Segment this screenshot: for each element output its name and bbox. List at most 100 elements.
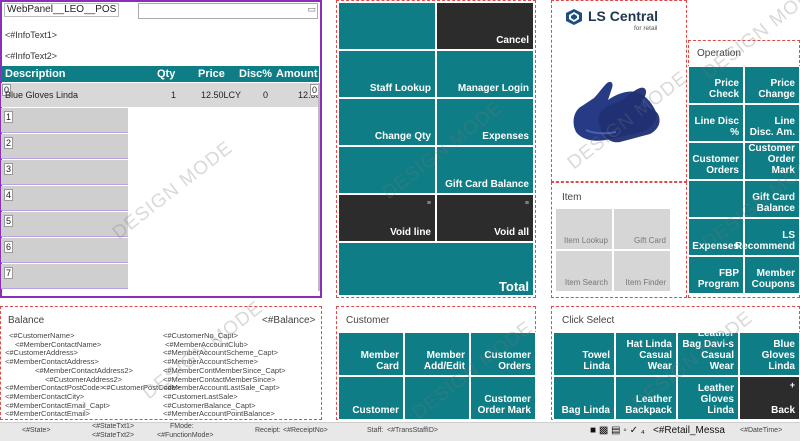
member-contact-email: <#MemberContactEmail> (5, 409, 91, 419)
balance-value: <#Balance> (262, 315, 316, 326)
leather-backpack-button[interactable]: Leather Backpack (615, 376, 677, 420)
customer-orders-cust-button[interactable]: Customer Orders (470, 332, 536, 376)
expenses-button[interactable]: Expenses (436, 98, 534, 146)
keyboard-icon[interactable]: ▭ (307, 4, 316, 15)
table-row[interactable]: 0 Blue Gloves Linda 1 12.50LCY 0 12.50 0 (1, 83, 321, 107)
customer-label: Customer (352, 405, 399, 416)
col-disc[interactable]: Disc% (239, 68, 272, 80)
list-item[interactable]: 2 (1, 134, 128, 159)
member-add-edit-button[interactable]: Member Add/Edit (404, 332, 470, 376)
receipt-no: <#ReceiptNo> (283, 427, 328, 434)
blank-button[interactable] (338, 146, 436, 194)
member-coupons-button[interactable]: Member Coupons (744, 256, 800, 294)
staff-lookup-label: Staff Lookup (369, 83, 431, 94)
row-description: Blue Gloves Linda (5, 90, 79, 100)
hat-linda-button[interactable]: Hat Linda Casual Wear (615, 332, 677, 376)
customer-panel-title: Customer (346, 315, 390, 326)
fbp-program-label: FBP Program (697, 268, 739, 290)
fbp-program-button[interactable]: FBP Program (688, 256, 744, 294)
customer-button[interactable]: Customer (338, 376, 404, 420)
brand-tagline: for retail (634, 25, 658, 32)
row-number: 6 (4, 241, 14, 253)
towel-linda-button[interactable]: Towel Linda (553, 332, 615, 376)
gift-card-button[interactable]: Gift Card (613, 208, 671, 250)
row-number: 5 (4, 215, 14, 227)
member-info-left: <#CustomerName> <#MemberContactName> <#C… (5, 331, 180, 419)
bag-linda-button[interactable]: Bag Linda (553, 376, 615, 420)
customer-orders-label: Customer Orders (692, 154, 739, 176)
scan-input[interactable] (138, 3, 318, 19)
leather-gloves-linda-label: Leather Gloves Linda (697, 383, 734, 416)
product-image (566, 72, 666, 152)
member-add-edit-label: Member Add/Edit (423, 350, 465, 372)
cancel-button[interactable]: Cancel (436, 2, 534, 50)
change-qty-button[interactable]: Change Qty (338, 98, 436, 146)
void-line-button[interactable]: ≡ Void line (338, 194, 436, 242)
item-search-label: Item Search (564, 278, 608, 287)
sales-grid-header: Description Qty Price Disc% Amount (1, 66, 319, 82)
gift-card-label: Gift Card (633, 236, 666, 245)
customer-order-mark-cust-button[interactable]: Customer Order Mark (470, 376, 536, 420)
row-number: 2 (4, 137, 14, 149)
list-item[interactable]: 6 (1, 238, 128, 263)
blue-gloves-linda-label: Blue Gloves Linda (761, 339, 795, 372)
item-lookup-button[interactable]: Item Lookup (555, 208, 613, 250)
row-price: 12.50LCY (201, 90, 242, 100)
item-finder-button[interactable]: Item Finder (613, 250, 671, 292)
col-price[interactable]: Price (198, 68, 225, 80)
col-qty[interactable]: Qty (157, 68, 175, 80)
leather-bag-davis-button[interactable]: Leather Bag Davi-s Casual Wear (677, 328, 739, 376)
towel-linda-label: Towel Linda (582, 350, 610, 372)
row-number: 7 (4, 267, 14, 279)
status-bar: <#State> <#StateTxt1> <#StateTxt2> FMode… (0, 422, 800, 441)
col-description[interactable]: Description (5, 68, 66, 80)
ls-logo-icon (566, 9, 582, 25)
price-check-button[interactable]: Price Check (688, 66, 744, 104)
line-disc-amount-button[interactable]: Line Disc. Am. (744, 104, 800, 142)
balance-label: Balance (8, 315, 45, 326)
list-item[interactable]: 1 (1, 108, 128, 133)
operation-panel-title: Operation (697, 48, 741, 59)
blank-button[interactable] (688, 180, 744, 218)
list-item[interactable]: 3 (1, 160, 128, 185)
blank-button[interactable] (338, 2, 436, 50)
gift-card-balance-op-button[interactable]: Gift Card Balance (744, 180, 800, 218)
member-card-button[interactable]: Member Card (338, 332, 404, 376)
state-text-2: <#StateTxt2> (92, 432, 135, 439)
function-mode: <#FunctionMode> (157, 432, 214, 439)
row-number: 1 (4, 111, 14, 123)
leather-backpack-label: Leather Backpack (625, 394, 672, 416)
ls-recommend-label: LS Recommend (734, 230, 795, 252)
total-button[interactable]: Total (338, 242, 534, 296)
item-search-button[interactable]: Item Search (555, 250, 613, 292)
list-item[interactable]: 7 (1, 264, 128, 289)
void-all-button[interactable]: ≡ Void all (436, 194, 534, 242)
line-disc-percent-button[interactable]: Line Disc % (688, 104, 744, 142)
void-line-label: Void line (390, 227, 431, 238)
member-coupons-label: Member Coupons (751, 268, 795, 290)
customer-orders-button[interactable]: Customer Orders (688, 142, 744, 180)
retail-message: <#Retail_Messa (653, 425, 725, 436)
col-amount[interactable]: Amount (276, 68, 318, 80)
leather-gloves-linda-button[interactable]: Leather Gloves Linda (677, 376, 739, 420)
brand-name: LS Ce (588, 8, 628, 24)
customer-order-mark-button[interactable]: Customer Order Mark (744, 142, 800, 180)
price-change-button[interactable]: Price Change (744, 66, 800, 104)
item-lookup-label: Item Lookup (563, 236, 608, 245)
gift-card-balance-button[interactable]: Gift Card Balance (436, 146, 534, 194)
blue-gloves-linda-button[interactable]: Blue Gloves Linda (739, 332, 800, 376)
grid-scrollbar[interactable] (318, 83, 320, 291)
cancel-label: Cancel (496, 35, 529, 46)
ls-recommend-button[interactable]: LS Recommend (735, 218, 800, 256)
blank-button[interactable] (404, 376, 470, 420)
void-all-label: Void all (494, 227, 529, 238)
staff-lookup-button[interactable]: Staff Lookup (338, 50, 436, 98)
list-item[interactable]: 4 (1, 186, 128, 211)
item-panel-title: Item (562, 192, 582, 203)
line-disc-percent-label: Line Disc % (694, 116, 739, 138)
list-item[interactable]: 5 (1, 212, 128, 237)
hat-linda-label: Hat Linda Casual Wear (626, 339, 672, 372)
manager-login-button[interactable]: Manager Login (436, 50, 534, 98)
gift-card-balance-op-label: Gift Card Balance (752, 192, 795, 214)
back-button[interactable]: + Back (739, 376, 800, 420)
